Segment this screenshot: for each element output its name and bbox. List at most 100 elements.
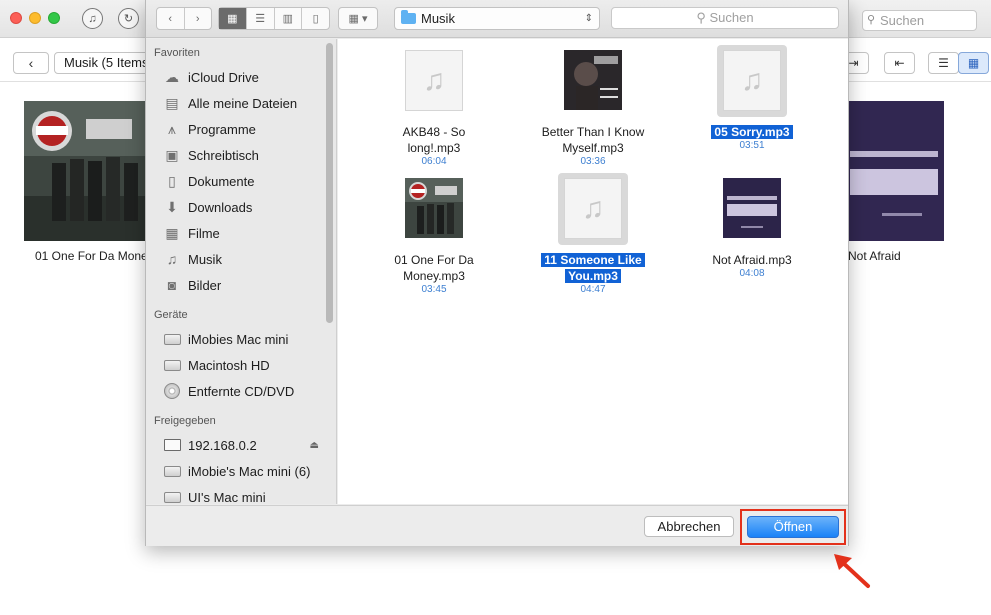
grid-view-icon[interactable]: ▦ (958, 52, 989, 74)
file-name: 01 One For Da Money.mp3 (359, 252, 509, 284)
file-name-line1: Not Afraid.mp3 (712, 253, 792, 267)
dialog-search-input[interactable]: ⚲ Suchen (611, 7, 839, 29)
file-duration: 03:36 (580, 156, 606, 167)
sidebar-item-schreibtisch[interactable]: ▣ Schreibtisch (162, 144, 327, 166)
file-thumbnail: ♫ (717, 45, 787, 117)
eject-icon[interactable]: ⏏ (310, 440, 319, 451)
sidebar-item-label: UI's Mac mini (188, 489, 266, 505)
file-item-akb48[interactable]: ♫ AKB48 - So long!.mp3 06:04 (359, 45, 509, 167)
breadcrumb[interactable]: Musik (5 Items (54, 52, 150, 74)
file-name: 05 Sorry.mp3 (677, 124, 827, 140)
sidebar-item-bilder[interactable]: ◙ Bilder (162, 274, 327, 296)
music-file-icon: ♫ (405, 50, 463, 111)
file-thumbnail (399, 173, 469, 245)
downloads-icon: ⬇ (166, 198, 178, 215)
sidebar-heading-favoriten: Favoriten (154, 47, 200, 59)
music-icon: ♫ (166, 251, 178, 267)
sidebar-item-192-168-0-2[interactable]: 192.168.0.2 ⏏ (162, 434, 327, 456)
sidebar-item-filme[interactable]: ▦ Filme (162, 222, 327, 244)
desktop-icon: ▣ (165, 146, 179, 163)
disk-shape (163, 465, 181, 477)
sidebar-item-ui-mac-mini[interactable]: UI's Mac mini (162, 486, 327, 504)
back-button[interactable]: ‹ (13, 52, 49, 74)
all-files-icon: ▤ (165, 94, 179, 111)
sidebar-item-imobies-mac-mini[interactable]: iMobies Mac mini (162, 328, 327, 350)
album-art-over-ground-small (405, 178, 463, 238)
album-art-lemme-see-small (723, 178, 781, 238)
file-name-line1: Better Than I Know (541, 125, 645, 139)
file-duration: 04:08 (739, 268, 765, 279)
movies-icon: ▦ (165, 224, 179, 241)
updown-chevron-icon: ⇕ (584, 13, 593, 24)
disk-icon (162, 330, 182, 348)
dialog-toolbar: ‹ › ▦ ☰ ▥ ▯ ▦ ▾ Musik ⇕ ⚲ Suchen (146, 0, 848, 38)
sidebar-item-all-files[interactable]: ▤ Alle meine Dateien (162, 92, 327, 114)
arrange-icon[interactable]: ▦ ▾ (339, 8, 377, 29)
open-button-highlight: Öffnen (740, 509, 846, 545)
disk-shape (163, 491, 181, 503)
sidebar-item-label: Filme (188, 225, 220, 241)
list-view-icon[interactable]: ☰ (247, 8, 275, 29)
sidebar-item-downloads[interactable]: ⬇ Downloads (162, 196, 327, 218)
list-view-icon[interactable]: ☰ (928, 52, 959, 74)
column-view-icon[interactable]: ▥ (275, 8, 303, 29)
sidebar-item-label: Bilder (188, 277, 222, 293)
sidebar-item-imobie-mac-mini[interactable]: iMobie's Mac mini (6) (162, 460, 327, 482)
nav-back-button[interactable]: ‹ (157, 8, 185, 29)
import-icon[interactable]: ⇤ (884, 52, 915, 74)
sidebar-item-macintosh-hd[interactable]: Macintosh HD (162, 354, 327, 376)
cloud-icon: ☁ (165, 68, 179, 85)
sidebar-item-icloud-drive[interactable]: ☁ iCloud Drive (162, 66, 327, 88)
zoom-window-button[interactable] (48, 12, 60, 24)
app-search-input[interactable]: ⚲ Suchen (862, 10, 977, 31)
disk-icon (162, 462, 182, 480)
file-grid: ♫ AKB48 - So long!.mp3 06:04 Better Than … (338, 39, 848, 504)
music-note-icon[interactable]: ♫ (82, 8, 103, 29)
path-popup[interactable]: Musik ⇕ (394, 7, 600, 30)
sidebar-item-label: iMobie's Mac mini (6) (188, 463, 311, 479)
file-item-not-afraid[interactable]: Not Afraid.mp3 04:08 (677, 173, 827, 291)
sidebar-item-label: Downloads (188, 199, 253, 215)
sidebar-item-programme[interactable]: ⩚ Programme (162, 118, 327, 140)
file-duration: 04:47 (580, 284, 606, 295)
refresh-icon[interactable]: ↻ (118, 8, 139, 29)
coverflow-view-icon[interactable]: ▯ (302, 8, 329, 29)
file-duration: 03:45 (421, 284, 447, 295)
cancel-button[interactable]: Abbrechen (644, 516, 734, 537)
sidebar-item-label: Musik (188, 251, 222, 267)
arrange-menu: ▦ ▾ (338, 7, 378, 30)
file-duration: 06:04 (421, 156, 447, 167)
album-art-over-ground[interactable] (24, 101, 147, 241)
sidebar-item-musik[interactable]: ♫ Musik (162, 248, 327, 270)
folder-icon (401, 10, 416, 24)
sidebar-item-label: 192.168.0.2 (188, 437, 257, 453)
sidebar-item-remote-cd[interactable]: Entfernte CD/DVD (162, 380, 327, 402)
monitor-icon (162, 436, 182, 454)
monitor-shape (163, 439, 181, 451)
file-item-better-than-i-know[interactable]: Better Than I Know Myself.mp3 03:36 (518, 45, 668, 167)
sidebar-item-label: Dokumente (188, 173, 255, 189)
file-item-sorry[interactable]: ♫ 05 Sorry.mp3 03:51 (677, 45, 827, 163)
navigation-segment: ‹ › (156, 7, 212, 30)
open-button[interactable]: Öffnen (747, 516, 839, 538)
dialog-search-placeholder: Suchen (709, 10, 754, 25)
file-item-one-for-da-money[interactable]: 01 One For Da Money.mp3 03:45 (359, 173, 509, 295)
sidebar-item-dokumente[interactable]: ▯ Dokumente (162, 170, 327, 192)
hard-drive-icon (162, 356, 182, 374)
sidebar-scrollbar[interactable] (326, 43, 333, 323)
search-icon: ⚲ (696, 10, 710, 25)
close-window-button[interactable] (10, 12, 22, 24)
file-name-line1: 11 Someone Like (541, 253, 645, 267)
applications-icon: ⩚ (168, 120, 176, 137)
file-name-line2: Money.mp3 (403, 269, 465, 283)
file-name: AKB48 - So long!.mp3 (359, 124, 509, 156)
file-item-someone-like-you[interactable]: ♫ 11 Someone Like You.mp3 04:47 (518, 173, 668, 295)
sidebar-heading-geraete: Geräte (154, 309, 188, 321)
icon-view-icon[interactable]: ▦ (219, 8, 247, 29)
sidebar-item-label: Programme (188, 121, 256, 137)
documents-icon: ▯ (168, 172, 176, 189)
camera-icon: ◙ (167, 277, 177, 293)
file-name-line1: 01 One For Da (394, 253, 474, 267)
minimize-window-button[interactable] (29, 12, 41, 24)
nav-forward-button[interactable]: › (185, 8, 212, 29)
